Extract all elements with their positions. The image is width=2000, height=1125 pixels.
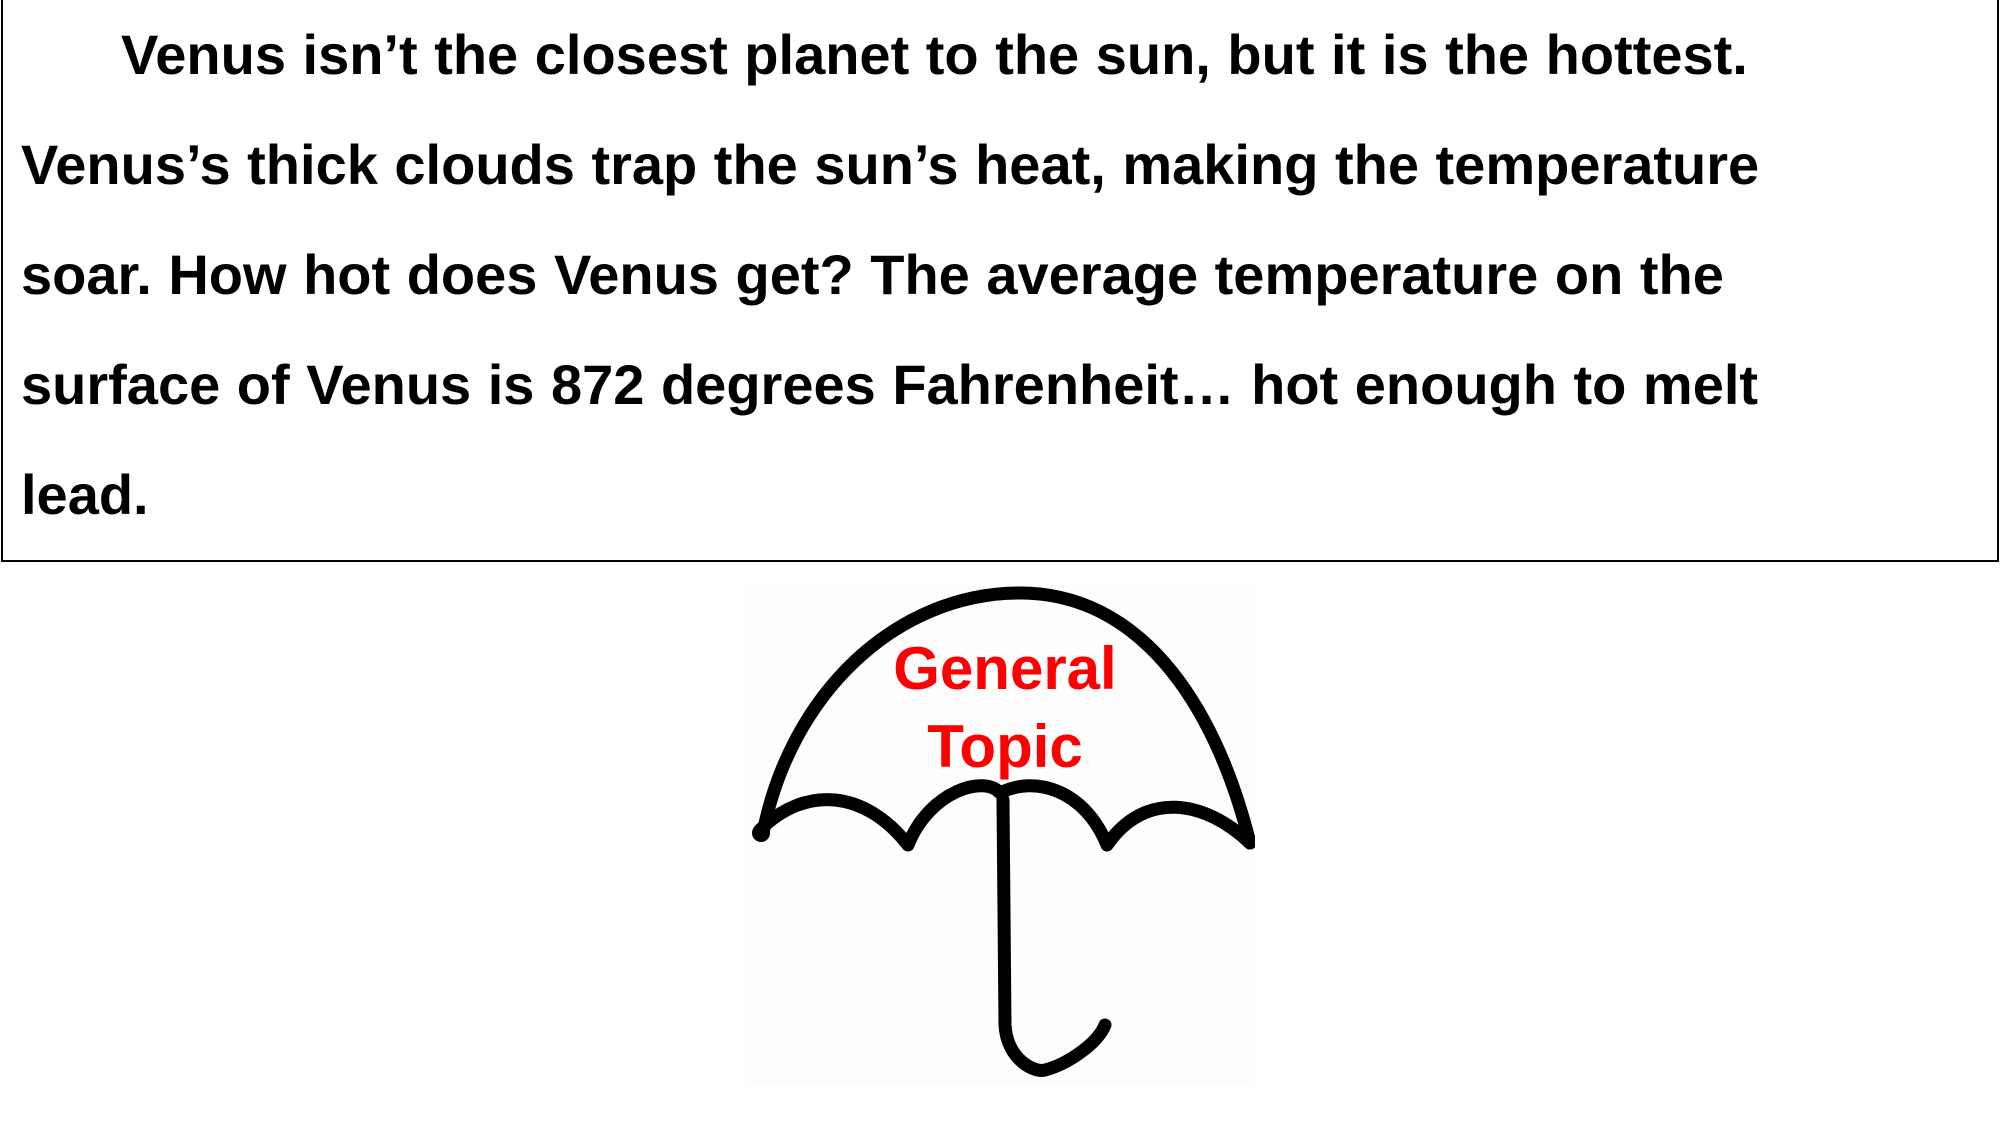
passage-line: Venus’s thick clouds trap the sun’s heat… — [21, 133, 1760, 196]
umbrella-tip — [752, 824, 770, 842]
umbrella-handle — [996, 793, 1112, 1077]
passage-line: Venus isn’t the closest planet to the su… — [121, 23, 1748, 86]
umbrella-graphic: General Topic — [745, 585, 1255, 1085]
label-line-general: General — [893, 635, 1117, 702]
passage-text: Venus isn’t the closest planet to the su… — [21, 0, 1981, 550]
passage-line: surface of Venus is 872 degrees Fahrenhe… — [21, 353, 1759, 416]
general-topic-label: General Topic — [890, 630, 1120, 786]
label-line-topic: Topic — [927, 713, 1083, 780]
passage-line: soar. How hot does Venus get? The averag… — [21, 243, 1724, 306]
passage-box: Venus isn’t the closest planet to the su… — [1, 0, 1999, 562]
passage-line: lead. — [21, 463, 149, 526]
